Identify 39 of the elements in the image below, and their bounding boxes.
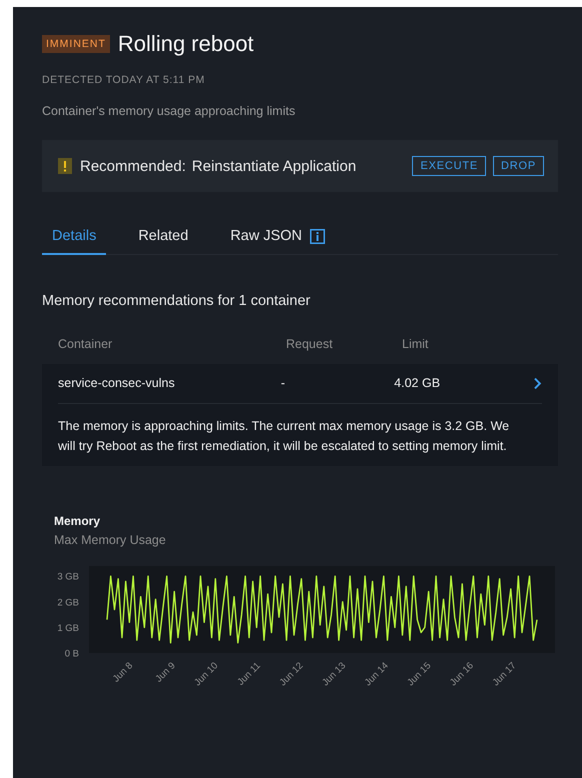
x-axis-label: Jun 17	[490, 660, 519, 688]
column-header: Container	[58, 337, 114, 353]
warning-icon	[58, 158, 72, 174]
x-axis-label: Jun 9	[154, 660, 178, 685]
chart-subtitle: Max Memory Usage	[54, 533, 167, 547]
tab[interactable]: Details	[42, 228, 106, 255]
x-axis-label: Jun 8	[110, 660, 136, 685]
tab[interactable]: Related	[128, 228, 198, 255]
column-header: Limit	[402, 337, 430, 353]
table-cell-text: service-consec-vulns	[58, 376, 176, 390]
y-axis-label: 3 GB	[57, 572, 79, 583]
chevron-right-icon[interactable]	[533, 376, 542, 390]
execute-button[interactable]: EXECUTE	[412, 156, 486, 176]
table-cell-text: 4.02 GB	[394, 376, 442, 390]
column-header: Request	[286, 337, 334, 353]
x-axis-label: Jun 16	[448, 660, 476, 688]
section-title: Memory recommendations for 1 container	[42, 293, 312, 309]
severity-badge: IMMINENT	[42, 35, 110, 53]
y-axis-label: 0 B	[64, 648, 79, 660]
drop-button[interactable]: DROP	[493, 156, 544, 176]
info-icon[interactable]	[310, 228, 326, 244]
x-axis-label: Jun 15	[405, 660, 434, 688]
recommended-action: Reinstantiate Application	[192, 158, 356, 174]
x-axis-label: Jun 12	[278, 660, 306, 688]
alert-description: Container's memory usage approaching limits	[42, 104, 296, 118]
y-axis-label: 2 GB	[57, 597, 79, 608]
recommendation-label: Recommended:	[80, 158, 186, 174]
x-axis-label: Jun 10	[192, 660, 220, 688]
alert-title: Rolling reboot	[118, 31, 254, 57]
table-cell-text: -	[280, 376, 286, 390]
tab[interactable]: Raw JSON	[220, 228, 336, 255]
table-row[interactable]: service-consec-vulns - 4.02 GB The memory is approaching limits. The current max memory usage is 3.2 GB. We will try Reboot as the first remediation, it will be escalated to setting memory limit.	[42, 364, 558, 466]
x-axis-label: Jun 13	[320, 660, 348, 688]
detected-time: DETECTED TODAY AT 5:11 PM	[42, 74, 206, 86]
x-axis-label: Jun 11	[235, 660, 263, 688]
x-axis-label: Jun 14	[362, 660, 391, 688]
row-detail-text: The memory is approaching limits. The current max memory usage is 3.2 GB. We will try Reboot as the first remediation, it will be escalated to setting memory limit.	[58, 418, 510, 455]
y-axis-label: 1 GB	[57, 622, 79, 634]
chart-title: Memory	[54, 514, 102, 528]
